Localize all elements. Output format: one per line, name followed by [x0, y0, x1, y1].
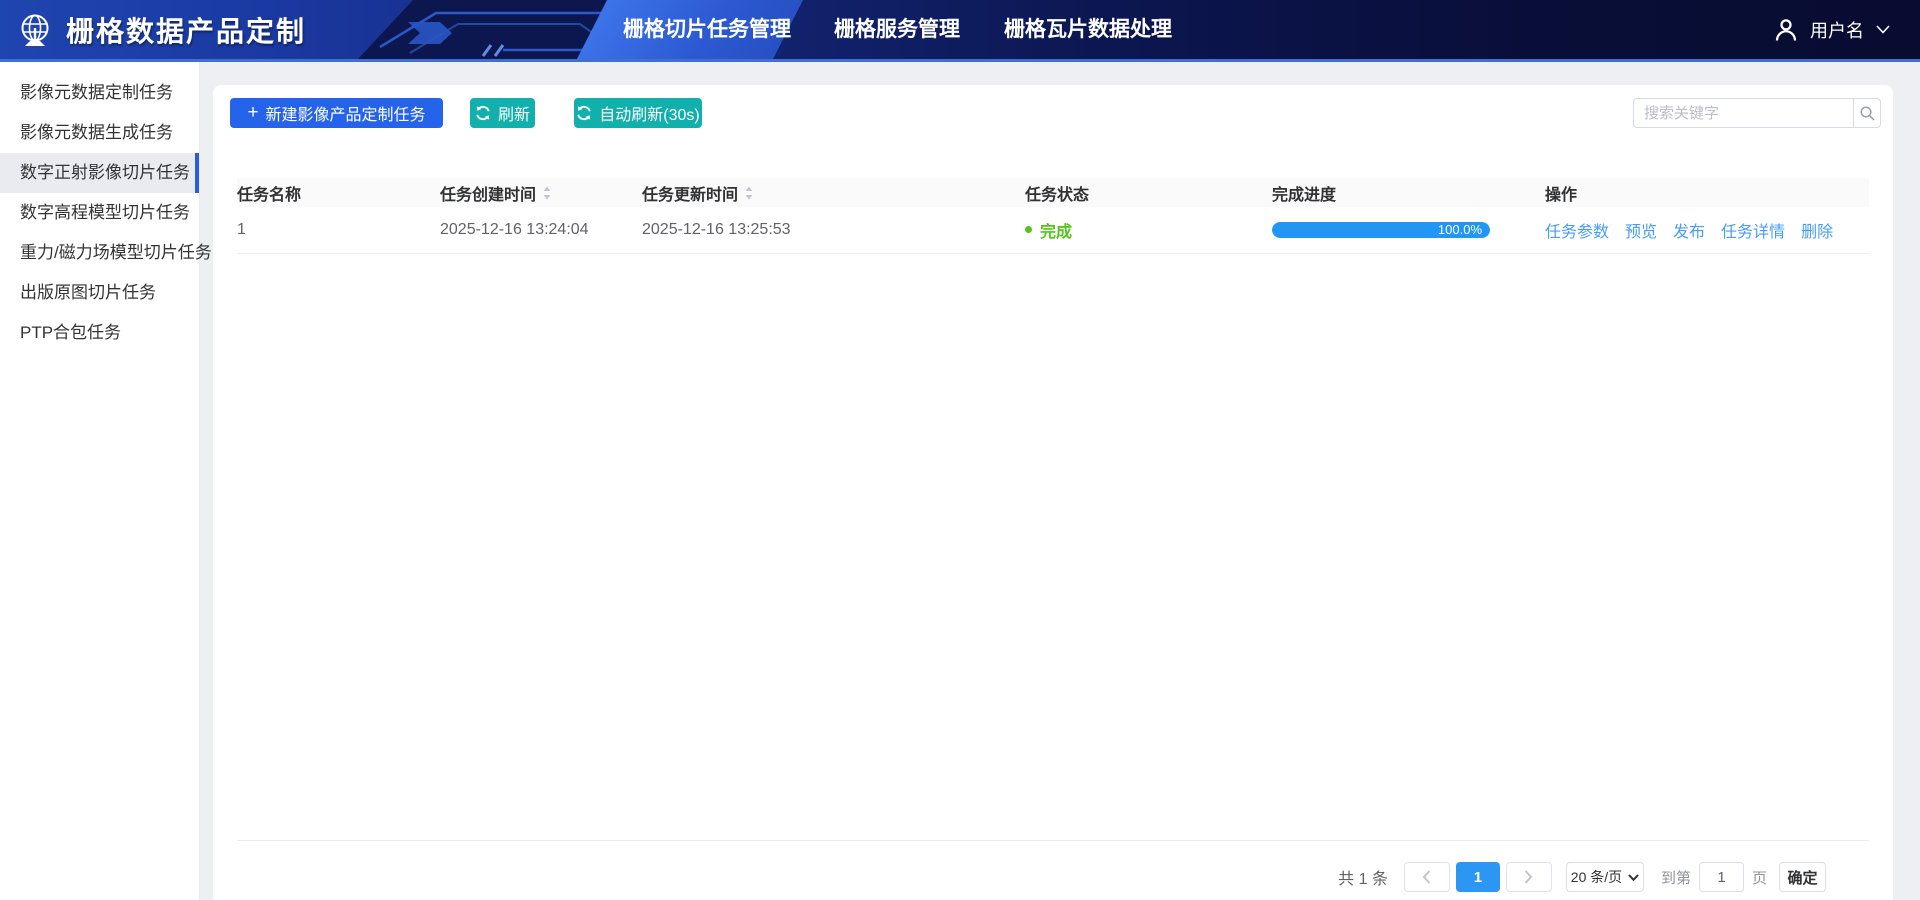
table-row: 1 2025-12-16 13:24:04 2025-12-16 13:25:5…: [237, 207, 1869, 253]
app-header: 栅格数据产品定制 栅格切片任务管理 栅格服务管理 栅格瓦片数据处理 用户名: [0, 0, 1920, 62]
goto-confirm-button[interactable]: 确定: [1779, 862, 1826, 892]
sidebar-item-image-metadata-generate-task[interactable]: 影像元数据生成任务: [0, 113, 199, 153]
action-task-params[interactable]: 任务参数: [1545, 218, 1609, 242]
app-title: 栅格数据产品定制: [66, 10, 306, 50]
sidebar-item-dem-slice-task[interactable]: 数字高程模型切片任务: [0, 193, 199, 233]
sidebar-item-ptp-package-task[interactable]: PTP合包任务: [0, 313, 199, 353]
refresh-icon: [475, 105, 491, 121]
sort-carets-icon[interactable]: [542, 185, 552, 201]
actions-cell: 任务参数 预览 发布 任务详情 删除: [1545, 207, 1869, 253]
search-input[interactable]: [1634, 99, 1853, 127]
status-badge: 完成: [1040, 218, 1072, 242]
sidebar-item-gravity-magnetic-slice-task[interactable]: 重力/磁力场模型切片任务: [0, 233, 199, 273]
task-table: 任务名称 任务创建时间 任务更新时间: [237, 178, 1869, 254]
sidebar-item-dom-slice-task[interactable]: 数字正射影像切片任务: [0, 153, 199, 193]
col-progress: 完成进度: [1272, 178, 1545, 207]
user-name: 用户名: [1810, 17, 1864, 43]
action-task-detail[interactable]: 任务详情: [1721, 218, 1785, 242]
prev-page-button[interactable]: [1404, 862, 1450, 892]
content-card: + 新建影像产品定制任务 刷新: [213, 85, 1893, 900]
main-area: + 新建影像产品定制任务 刷新: [200, 62, 1920, 900]
chevron-right-icon: [1524, 870, 1533, 884]
tab-raster-tile-data-processing[interactable]: 栅格瓦片数据处理: [993, 0, 1183, 59]
goto-page-input[interactable]: [1699, 862, 1744, 892]
chevron-down-icon: [1876, 25, 1890, 34]
col-actions: 操作: [1545, 178, 1869, 207]
search-button[interactable]: [1853, 99, 1880, 127]
updated-time-cell: 2025-12-16 13:25:53: [642, 207, 1025, 253]
search-icon: [1859, 105, 1876, 122]
created-time-cell: 2025-12-16 13:24:04: [440, 207, 642, 253]
search-box: [1633, 98, 1881, 128]
action-publish[interactable]: 发布: [1673, 218, 1705, 242]
page-number-button[interactable]: 1: [1456, 862, 1500, 892]
col-task-name: 任务名称: [237, 178, 440, 207]
pagination: 共 1 条 1 20 条/页 到第 页 确定: [1338, 862, 1826, 892]
sidebar-item-published-map-slice-task[interactable]: 出版原图切片任务: [0, 273, 199, 313]
goto-prefix-label: 到第: [1661, 867, 1691, 888]
user-menu[interactable]: 用户名: [1774, 0, 1890, 59]
action-preview[interactable]: 预览: [1625, 218, 1657, 242]
refresh-button[interactable]: 刷新: [470, 98, 535, 128]
progress-bar: 100.0%: [1272, 222, 1490, 238]
action-delete[interactable]: 删除: [1801, 218, 1833, 242]
globe-logo-icon: [16, 11, 54, 49]
sort-carets-icon[interactable]: [744, 185, 754, 201]
auto-refresh-button[interactable]: 自动刷新(30s): [574, 98, 702, 128]
progress-cell: 100.0%: [1272, 207, 1545, 253]
auto-refresh-icon: [576, 105, 592, 121]
col-created-time[interactable]: 任务创建时间: [440, 178, 642, 207]
status-cell: 完成: [1025, 207, 1272, 253]
select-chevron-icon: [1628, 874, 1639, 881]
pagination-divider: [237, 840, 1869, 841]
brand: 栅格数据产品定制: [16, 0, 306, 59]
new-task-button[interactable]: + 新建影像产品定制任务: [230, 98, 443, 128]
toolbar: + 新建影像产品定制任务 刷新: [230, 98, 702, 128]
sidebar-item-image-metadata-custom-task[interactable]: 影像元数据定制任务: [0, 73, 199, 113]
progress-fill: 100.0%: [1272, 222, 1490, 238]
sidebar: 影像元数据定制任务 影像元数据生成任务 数字正射影像切片任务 数字高程模型切片任…: [0, 62, 200, 900]
total-count: 共 1 条: [1338, 865, 1388, 889]
status-dot: [1025, 226, 1032, 233]
table-header-row: 任务名称 任务创建时间 任务更新时间: [237, 178, 1869, 207]
chevron-left-icon: [1422, 870, 1431, 884]
tab-raster-service-mgmt[interactable]: 栅格服务管理: [802, 0, 992, 59]
goto-suffix-label: 页: [1752, 867, 1767, 888]
task-name-cell: 1: [237, 207, 440, 253]
tab-raster-slice-task-mgmt[interactable]: 栅格切片任务管理: [612, 0, 802, 59]
col-updated-time[interactable]: 任务更新时间: [642, 178, 1025, 207]
col-task-status: 任务状态: [1025, 178, 1272, 207]
plus-icon: +: [247, 103, 258, 122]
page-size-select[interactable]: 20 条/页: [1566, 862, 1644, 892]
user-icon: [1774, 18, 1798, 42]
progress-label: 100.0%: [1438, 222, 1490, 237]
next-page-button[interactable]: [1506, 862, 1552, 892]
